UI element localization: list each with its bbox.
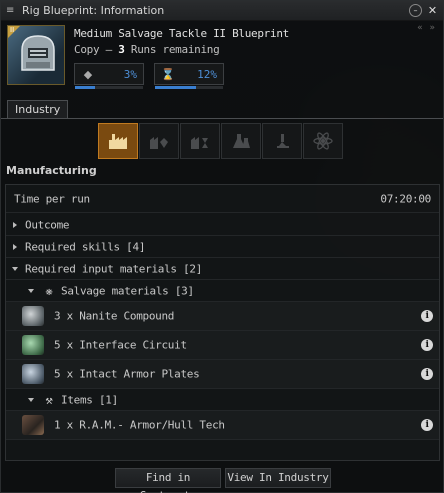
expand-arrow-icon [13,243,17,250]
salvage-materials-label: Salvage materials [3] [61,284,194,297]
hourglass-icon: ⌛ [161,67,175,81]
reactions-icon[interactable] [303,123,343,159]
tab-divider [1,118,443,119]
material-row[interactable]: 5 x Interface Circuit i [6,331,439,360]
material-efficiency-bar [75,86,96,89]
info-icon[interactable]: i [421,310,433,322]
time-per-run-label: Time per run [14,192,90,205]
time-research-icon[interactable] [180,123,220,159]
material-label: 5 x Intact Armor Plates [54,367,200,381]
activity-selector [98,123,343,159]
minimize-icon[interactable]: – [409,4,422,17]
items-group[interactable]: ⚒ Items [1] [6,389,439,411]
collapse-arrow-icon [28,397,34,402]
tab-industry[interactable]: Industry [7,100,69,119]
required-input-label: Required input materials [2] [25,262,203,275]
material-efficiency-stat: ◆ 3% [74,63,144,89]
blueprint-info-window: ≡ Rig Blueprint: Information – ✕ II Medi… [0,0,444,493]
required-skills-label: Required skills [4] [25,240,146,253]
collapse-arrows-icon[interactable]: « » [417,23,437,33]
blueprint-icon[interactable]: II [7,25,65,85]
required-skills-count: [4] [126,240,146,253]
required-input-row[interactable]: Required input materials [2] [6,258,439,280]
items-count: [1] [98,393,118,406]
runs-remaining: Copy – 3 Runs remaining [74,43,220,56]
invention-icon[interactable] [262,123,302,159]
interface-circuit-icon [22,335,44,355]
time-efficiency-bar [155,86,196,89]
intact-armor-plates-icon [22,364,44,384]
material-row[interactable]: 5 x Intact Armor Plates i [6,360,439,389]
info-icon[interactable]: i [421,419,433,431]
material-label: 1 x R.A.M.- Armor/Hull Tech [54,418,225,432]
material-efficiency-value: 3% [123,67,137,81]
material-label: 5 x Interface Circuit [54,338,187,352]
info-icon[interactable]: i [421,339,433,351]
outcome-row[interactable]: Outcome [6,214,439,236]
copy-prefix: Copy – [74,43,119,56]
salvage-group-icon: ❋ [45,283,53,298]
manufacturing-icon[interactable] [98,123,138,159]
wrench-icon: ⚒ [45,392,53,407]
collapse-arrow-icon [12,266,18,271]
time-per-run-row: Time per run 07:20:00 [6,185,439,213]
collapse-arrow-icon [28,288,34,293]
material-row[interactable]: 1 x R.A.M.- Armor/Hull Tech i [6,411,439,440]
outcome-label: Outcome [25,218,70,231]
items-label: Items [1] [61,393,118,406]
material-label: 3 x Nanite Compound [54,309,175,323]
material-row[interactable]: 3 x Nanite Compound i [6,302,439,331]
runs-suffix: Runs remaining [124,43,220,56]
required-input-count: [2] [183,262,203,275]
activity-title: Manufacturing [6,164,97,177]
salvage-materials-group[interactable]: ❋ Salvage materials [3] [6,280,439,302]
nanite-compound-icon [22,306,44,326]
required-skills-row[interactable]: Required skills [4] [6,236,439,258]
manufacturing-panel: Time per run 07:20:00 Outcome Required s… [5,184,440,461]
find-in-contracts-button[interactable]: Find in Contracts [115,468,221,493]
time-efficiency-stat: ⌛ 12% [154,63,224,89]
diamond-icon: ◆ [83,67,93,81]
expand-arrow-icon [13,221,17,228]
title-bar[interactable]: ≡ Rig Blueprint: Information – ✕ [1,1,443,21]
time-per-run-value: 07:20:00 [380,192,431,205]
window-title: Rig Blueprint: Information [22,4,165,17]
copying-icon[interactable] [221,123,261,159]
ram-armor-hull-tech-icon [22,415,44,435]
item-name: Medium Salvage Tackle II Blueprint [74,27,289,40]
close-icon[interactable]: ✕ [426,4,439,17]
view-in-industry-button[interactable]: View In Industry [225,468,331,488]
info-icon[interactable]: i [421,368,433,380]
salvage-materials-count: [3] [174,284,194,297]
menu-icon[interactable]: ≡ [6,5,22,16]
tech-level-label: II [10,26,15,34]
time-efficiency-value: 12% [197,67,217,81]
material-research-icon[interactable] [139,123,179,159]
